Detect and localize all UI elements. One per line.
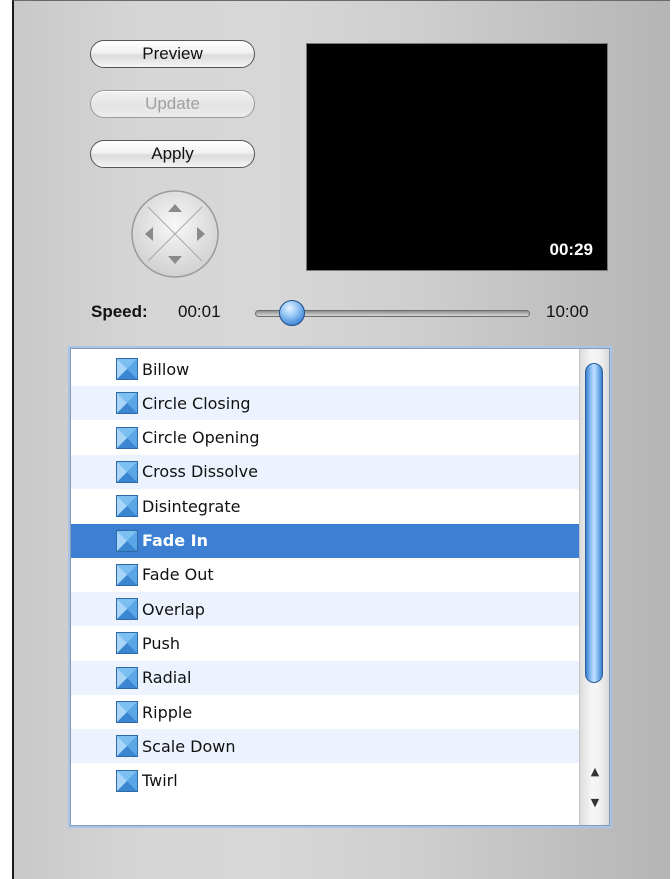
scroll-down-arrow-icon[interactable]: ▼ — [586, 792, 604, 812]
list-item-label: Fade In — [142, 531, 209, 550]
transition-icon — [116, 392, 138, 415]
list-scrollbar[interactable]: ▲ ▼ — [579, 349, 609, 825]
list-item[interactable]: Push — [71, 626, 581, 660]
list-item[interactable]: Fade In — [71, 523, 581, 558]
transition-icon — [116, 735, 138, 758]
apply-button[interactable]: Apply — [90, 140, 255, 168]
transition-icon — [116, 563, 138, 586]
transition-icon — [116, 529, 138, 552]
preview-timecode: 00:29 — [549, 240, 593, 259]
list-item[interactable]: Fade Out — [71, 558, 581, 592]
list-item-label: Overlap — [142, 599, 205, 619]
scroll-up-arrow-icon[interactable]: ▲ — [586, 761, 604, 781]
transition-icon — [116, 426, 138, 449]
list-item-label: Circle Closing — [142, 393, 251, 413]
list-item-label: Circle Opening — [142, 428, 260, 448]
preview-button[interactable]: Preview — [90, 40, 255, 68]
list-item[interactable]: Ripple — [71, 695, 581, 729]
transition-icon — [116, 598, 138, 621]
list-item[interactable]: Scale Down — [71, 729, 581, 764]
list-item[interactable]: Cross Dissolve — [71, 454, 581, 489]
list-item-label: Twirl — [142, 771, 178, 791]
list-item[interactable]: Twirl — [71, 764, 581, 798]
transition-icon — [116, 495, 138, 518]
direction-pad-icon[interactable] — [130, 189, 220, 279]
list-item-label: Radial — [142, 668, 192, 688]
list-item[interactable]: Disintegrate — [71, 489, 581, 523]
list-item-label: Scale Down — [142, 736, 236, 756]
speed-min-label: 00:01 — [178, 302, 221, 321]
preview-viewer: 00:29 — [306, 43, 608, 271]
list-item[interactable]: Circle Opening — [71, 421, 581, 455]
transition-icon — [116, 632, 138, 655]
list-item[interactable]: Radial — [71, 660, 581, 695]
update-button[interactable]: Update — [90, 90, 255, 118]
speed-slider-thumb[interactable] — [278, 300, 305, 326]
transition-icon — [116, 460, 138, 483]
transition-icon — [116, 701, 138, 723]
transition-icon — [116, 666, 138, 689]
list-item-label: Ripple — [142, 702, 193, 722]
transition-list[interactable]: Billow Circle Closing Circle Opening Cross … — [70, 348, 610, 826]
speed-label: Speed: — [91, 302, 148, 321]
list-item-label: Disintegrate — [142, 496, 241, 516]
transition-icon — [116, 358, 138, 380]
list-item-label: Push — [142, 633, 180, 653]
scrollbar-thumb[interactable] — [585, 363, 603, 683]
transition-icon — [116, 769, 138, 792]
list-item[interactable]: Overlap — [71, 592, 581, 627]
speed-max-label: 10:00 — [546, 302, 589, 321]
list-item[interactable]: Circle Closing — [71, 386, 581, 421]
list-item-label: Billow — [142, 359, 190, 379]
list-item-label: Cross Dissolve — [142, 462, 258, 482]
list-item-label: Fade Out — [142, 565, 214, 585]
list-item[interactable]: Billow — [71, 352, 581, 386]
